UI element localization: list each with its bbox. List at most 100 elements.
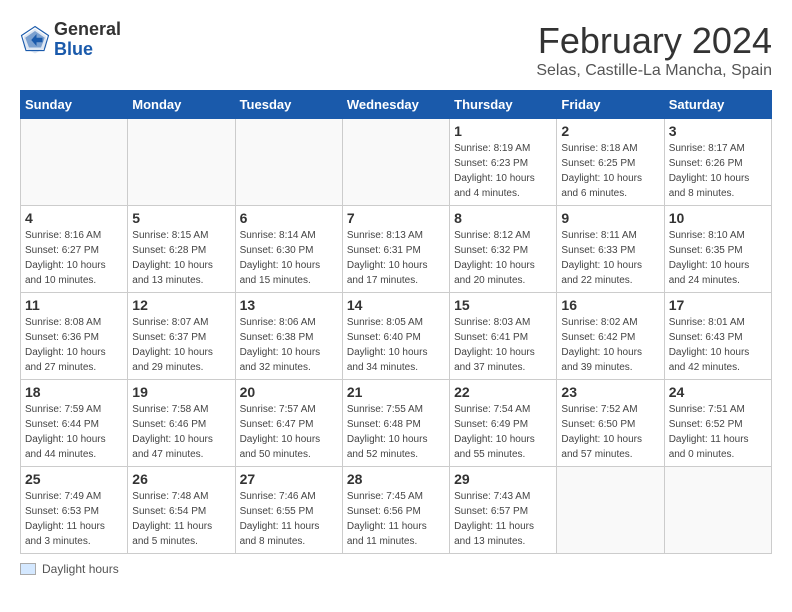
calendar-cell bbox=[342, 119, 449, 206]
day-number: 10 bbox=[669, 210, 767, 226]
calendar-cell: 29 Sunrise: 7:43 AM Sunset: 6:57 PM Dayli… bbox=[450, 467, 557, 554]
day-info: Sunrise: 7:43 AM Sunset: 6:57 PM Dayligh… bbox=[454, 489, 552, 549]
calendar-cell: 9 Sunrise: 8:11 AM Sunset: 6:33 PM Daylig… bbox=[557, 206, 664, 293]
day-number: 7 bbox=[347, 210, 445, 226]
day-number: 25 bbox=[25, 471, 123, 487]
day-number: 14 bbox=[347, 297, 445, 313]
calendar-cell: 5Sunrise: 8:15 AM Sunset: 6:28 PM Daylig… bbox=[128, 206, 235, 293]
column-header-tuesday: Tuesday bbox=[235, 91, 342, 119]
calendar-cell bbox=[664, 467, 771, 554]
day-info: Sunrise: 7:45 AM Sunset: 6:56 PM Dayligh… bbox=[347, 489, 445, 549]
day-number: 21 bbox=[347, 384, 445, 400]
calendar-cell: 15Sunrise: 8:03 AM Sunset: 6:41 PM Dayli… bbox=[450, 293, 557, 380]
column-header-friday: Friday bbox=[557, 91, 664, 119]
calendar-cell bbox=[21, 119, 128, 206]
day-info: Sunrise: 8:08 AM Sunset: 6:36 PM Dayligh… bbox=[25, 315, 123, 375]
logo-icon bbox=[20, 25, 50, 55]
day-number: 26 bbox=[132, 471, 230, 487]
day-number: 28 bbox=[347, 471, 445, 487]
day-number: 15 bbox=[454, 297, 552, 313]
day-number: 1 bbox=[454, 123, 552, 139]
day-info: Sunrise: 8:07 AM Sunset: 6:37 PM Dayligh… bbox=[132, 315, 230, 375]
calendar-cell: 19Sunrise: 7:58 AM Sunset: 6:46 PM Dayli… bbox=[128, 380, 235, 467]
column-header-thursday: Thursday bbox=[450, 91, 557, 119]
calendar-cell: 4Sunrise: 8:16 AM Sunset: 6:27 PM Daylig… bbox=[21, 206, 128, 293]
calendar-week-1: 1 Sunrise: 8:19 AM Sunset: 6:23 PM Daylig… bbox=[21, 119, 772, 206]
calendar-cell: 2 Sunrise: 8:18 AM Sunset: 6:25 PM Daylig… bbox=[557, 119, 664, 206]
column-header-saturday: Saturday bbox=[664, 91, 771, 119]
logo-blue-text: Blue bbox=[54, 40, 121, 60]
day-info: Sunrise: 7:51 AM Sunset: 6:52 PM Dayligh… bbox=[669, 402, 767, 462]
day-info: Sunrise: 8:13 AM Sunset: 6:31 PM Dayligh… bbox=[347, 228, 445, 288]
calendar-header-row: SundayMondayTuesdayWednesdayThursdayFrid… bbox=[21, 91, 772, 119]
day-info: Sunrise: 8:18 AM Sunset: 6:25 PM Dayligh… bbox=[561, 141, 659, 201]
day-number: 6 bbox=[240, 210, 338, 226]
day-info: Sunrise: 8:11 AM Sunset: 6:33 PM Dayligh… bbox=[561, 228, 659, 288]
calendar-cell: 12 Sunrise: 8:07 AM Sunset: 6:37 PM Dayli… bbox=[128, 293, 235, 380]
day-info: Sunrise: 8:16 AM Sunset: 6:27 PM Dayligh… bbox=[25, 228, 123, 288]
calendar-cell bbox=[128, 119, 235, 206]
column-header-sunday: Sunday bbox=[21, 91, 128, 119]
day-info: Sunrise: 8:10 AM Sunset: 6:35 PM Dayligh… bbox=[669, 228, 767, 288]
calendar-cell: 26Sunrise: 7:48 AM Sunset: 6:54 PM Dayli… bbox=[128, 467, 235, 554]
calendar-cell: 20Sunrise: 7:57 AM Sunset: 6:47 PM Dayli… bbox=[235, 380, 342, 467]
day-number: 20 bbox=[240, 384, 338, 400]
day-info: Sunrise: 8:06 AM Sunset: 6:38 PM Dayligh… bbox=[240, 315, 338, 375]
calendar-week-3: 11 Sunrise: 8:08 AM Sunset: 6:36 PM Dayli… bbox=[21, 293, 772, 380]
calendar-cell: 14 Sunrise: 8:05 AM Sunset: 6:40 PM Dayli… bbox=[342, 293, 449, 380]
day-info: Sunrise: 8:19 AM Sunset: 6:23 PM Dayligh… bbox=[454, 141, 552, 201]
day-info: Sunrise: 7:52 AM Sunset: 6:50 PM Dayligh… bbox=[561, 402, 659, 462]
day-number: 18 bbox=[25, 384, 123, 400]
day-number: 19 bbox=[132, 384, 230, 400]
day-info: Sunrise: 7:49 AM Sunset: 6:53 PM Dayligh… bbox=[25, 489, 123, 549]
legend-label: Daylight hours bbox=[42, 562, 119, 576]
calendar-week-4: 18 Sunrise: 7:59 AM Sunset: 6:44 PM Dayli… bbox=[21, 380, 772, 467]
day-number: 3 bbox=[669, 123, 767, 139]
legend: Daylight hours bbox=[20, 562, 772, 576]
calendar-cell bbox=[557, 467, 664, 554]
day-info: Sunrise: 8:05 AM Sunset: 6:40 PM Dayligh… bbox=[347, 315, 445, 375]
calendar-cell: 21Sunrise: 7:55 AM Sunset: 6:48 PM Dayli… bbox=[342, 380, 449, 467]
logo-text: General Blue bbox=[54, 20, 121, 60]
calendar-cell: 23Sunrise: 7:52 AM Sunset: 6:50 PM Dayli… bbox=[557, 380, 664, 467]
calendar-cell: 6 Sunrise: 8:14 AM Sunset: 6:30 PM Daylig… bbox=[235, 206, 342, 293]
day-info: Sunrise: 8:17 AM Sunset: 6:26 PM Dayligh… bbox=[669, 141, 767, 201]
day-number: 22 bbox=[454, 384, 552, 400]
day-number: 2 bbox=[561, 123, 659, 139]
calendar-cell: 22 Sunrise: 7:54 AM Sunset: 6:49 PM Dayli… bbox=[450, 380, 557, 467]
day-number: 13 bbox=[240, 297, 338, 313]
day-number: 9 bbox=[561, 210, 659, 226]
calendar-cell: 25 Sunrise: 7:49 AM Sunset: 6:53 PM Dayli… bbox=[21, 467, 128, 554]
calendar-cell: 27Sunrise: 7:46 AM Sunset: 6:55 PM Dayli… bbox=[235, 467, 342, 554]
day-info: Sunrise: 8:14 AM Sunset: 6:30 PM Dayligh… bbox=[240, 228, 338, 288]
calendar-cell: 7 Sunrise: 8:13 AM Sunset: 6:31 PM Daylig… bbox=[342, 206, 449, 293]
day-number: 11 bbox=[25, 297, 123, 313]
title-block: February 2024 Selas, Castille-La Mancha,… bbox=[536, 20, 772, 80]
page-header: General Blue February 2024 Selas, Castil… bbox=[20, 20, 772, 80]
calendar-cell bbox=[235, 119, 342, 206]
logo: General Blue bbox=[20, 20, 121, 60]
column-header-monday: Monday bbox=[128, 91, 235, 119]
calendar-table: SundayMondayTuesdayWednesdayThursdayFrid… bbox=[20, 90, 772, 554]
calendar-cell: 16 Sunrise: 8:02 AM Sunset: 6:42 PM Dayli… bbox=[557, 293, 664, 380]
day-info: Sunrise: 8:12 AM Sunset: 6:32 PM Dayligh… bbox=[454, 228, 552, 288]
day-number: 5 bbox=[132, 210, 230, 226]
day-info: Sunrise: 8:02 AM Sunset: 6:42 PM Dayligh… bbox=[561, 315, 659, 375]
day-info: Sunrise: 7:54 AM Sunset: 6:49 PM Dayligh… bbox=[454, 402, 552, 462]
calendar-cell: 11 Sunrise: 8:08 AM Sunset: 6:36 PM Dayli… bbox=[21, 293, 128, 380]
day-number: 29 bbox=[454, 471, 552, 487]
calendar-cell: 18 Sunrise: 7:59 AM Sunset: 6:44 PM Dayli… bbox=[21, 380, 128, 467]
calendar-cell: 8 Sunrise: 8:12 AM Sunset: 6:32 PM Daylig… bbox=[450, 206, 557, 293]
logo-general-text: General bbox=[54, 20, 121, 40]
calendar-cell: 17Sunrise: 8:01 AM Sunset: 6:43 PM Dayli… bbox=[664, 293, 771, 380]
day-info: Sunrise: 7:59 AM Sunset: 6:44 PM Dayligh… bbox=[25, 402, 123, 462]
calendar-cell: 10 Sunrise: 8:10 AM Sunset: 6:35 PM Dayli… bbox=[664, 206, 771, 293]
day-number: 12 bbox=[132, 297, 230, 313]
day-number: 24 bbox=[669, 384, 767, 400]
calendar-cell: 1 Sunrise: 8:19 AM Sunset: 6:23 PM Daylig… bbox=[450, 119, 557, 206]
day-number: 16 bbox=[561, 297, 659, 313]
calendar-cell: 13 Sunrise: 8:06 AM Sunset: 6:38 PM Dayli… bbox=[235, 293, 342, 380]
calendar-week-5: 25 Sunrise: 7:49 AM Sunset: 6:53 PM Dayli… bbox=[21, 467, 772, 554]
day-number: 17 bbox=[669, 297, 767, 313]
day-number: 8 bbox=[454, 210, 552, 226]
